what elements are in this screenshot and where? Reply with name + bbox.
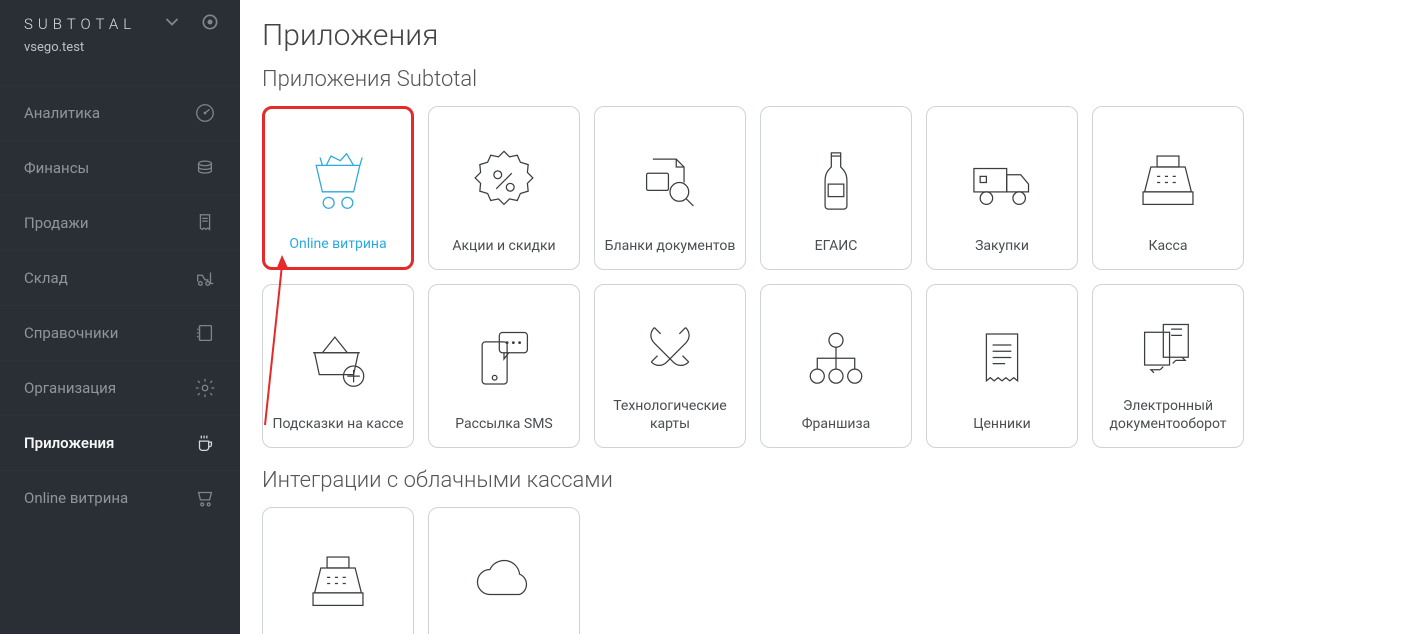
card-promotions[interactable]: Акции и скидки <box>428 106 580 270</box>
page-title: Приложения <box>262 18 1403 53</box>
card-label: Рассылка SMS <box>455 416 553 434</box>
card-label: Акции и скидки <box>452 238 555 256</box>
card-tech-cards[interactable]: Технологические карты <box>594 284 746 448</box>
card-label: Касса <box>1149 238 1188 256</box>
cart-icon <box>194 487 216 509</box>
network-icon <box>769 303 903 416</box>
sidebar-header: SUBTOTAL <box>0 0 240 40</box>
sidebar-item-directories[interactable]: Справочники <box>0 305 240 360</box>
nav-label: Аналитика <box>24 104 100 122</box>
card-egais[interactable]: ЕГАИС <box>760 106 912 270</box>
basket-plus-icon <box>271 303 405 416</box>
cloud-icon <box>437 526 571 634</box>
card-label: ЕГАИС <box>815 238 858 256</box>
percent-badge-icon <box>437 125 571 238</box>
card-sms[interactable]: Рассылка SMS <box>428 284 580 448</box>
nav-label: Организация <box>24 379 116 397</box>
bottle-icon <box>769 125 903 238</box>
card-cashier-hints[interactable]: Подсказки на кассе <box>262 284 414 448</box>
card-online-storefront[interactable]: Online витрина <box>262 106 414 270</box>
nav-label: Продажи <box>24 214 89 232</box>
card-cloud-cash-registers[interactable]: Облачные кассы <box>262 507 414 634</box>
section-title: Приложения Subtotal <box>262 67 1403 92</box>
cards-section-0: Online витрина Акции и скидки Бланки док… <box>262 106 1403 448</box>
card-label: Технологические карты <box>603 398 737 433</box>
book-icon <box>194 322 216 344</box>
card-label: Электронный документооборот <box>1101 398 1235 433</box>
sidebar-item-sales[interactable]: Продажи <box>0 195 240 250</box>
sms-icon <box>437 303 571 416</box>
card-label: Online витрина <box>289 236 386 254</box>
card-doc-templates[interactable]: Бланки документов <box>594 106 746 270</box>
card-ofd[interactable]: ОФД <box>428 507 580 634</box>
card-cash-register[interactable]: Касса <box>1092 106 1244 270</box>
target-icon[interactable] <box>200 12 220 36</box>
card-label: Бланки документов <box>605 238 736 256</box>
username: vsego.test <box>0 40 240 73</box>
doc-search-icon <box>603 125 737 238</box>
card-edoc[interactable]: Электронный документооборот <box>1092 284 1244 448</box>
cash-register-icon <box>271 526 405 634</box>
cards-section-1: Облачные кассы ОФД <box>262 507 1403 634</box>
cart-icon <box>273 127 403 236</box>
sidebar-item-finance[interactable]: Финансы <box>0 140 240 195</box>
card-label: Подсказки на кассе <box>272 416 403 434</box>
truck-icon <box>935 125 1069 238</box>
brand-title: SUBTOTAL <box>24 15 136 33</box>
price-receipt-icon <box>935 303 1069 416</box>
sidebar-item-online-storefront[interactable]: Online витрина <box>0 470 240 525</box>
nav-label: Склад <box>24 269 68 287</box>
card-purchases[interactable]: Закупки <box>926 106 1078 270</box>
card-label: Закупки <box>975 238 1029 256</box>
main-content: Приложения Приложения Subtotal Online ви… <box>240 0 1425 634</box>
nav-label: Приложения <box>24 434 114 452</box>
gauge-icon <box>194 102 216 124</box>
nav-label: Финансы <box>24 159 89 177</box>
nav: Аналитика Финансы Продажи Склад Справочн… <box>0 85 240 525</box>
card-label: Франшиза <box>802 416 871 434</box>
nav-label: Справочники <box>24 324 118 342</box>
nav-label: Online витрина <box>24 489 128 507</box>
sidebar: SUBTOTAL vsego.test Аналитика Финансы Пр… <box>0 0 240 634</box>
sidebar-item-warehouse[interactable]: Склад <box>0 250 240 305</box>
forklift-icon <box>194 267 216 289</box>
sidebar-item-organization[interactable]: Организация <box>0 360 240 415</box>
card-franchise[interactable]: Франшиза <box>760 284 912 448</box>
card-price-tags[interactable]: Ценники <box>926 284 1078 448</box>
receipt-icon <box>194 212 216 234</box>
coins-icon <box>194 157 216 179</box>
sidebar-item-apps[interactable]: Приложения <box>0 415 240 470</box>
chevron-down-icon[interactable] <box>162 12 182 36</box>
cash-register-icon <box>1101 125 1235 238</box>
cup-icon <box>194 432 216 454</box>
card-label: Ценники <box>973 416 1031 434</box>
doc-exchange-icon <box>1101 303 1235 398</box>
section-title: Интеграции с облачными кассами <box>262 468 1403 493</box>
gear-icon <box>194 377 216 399</box>
sidebar-item-analytics[interactable]: Аналитика <box>0 85 240 140</box>
wrench-cross-icon <box>603 303 737 398</box>
